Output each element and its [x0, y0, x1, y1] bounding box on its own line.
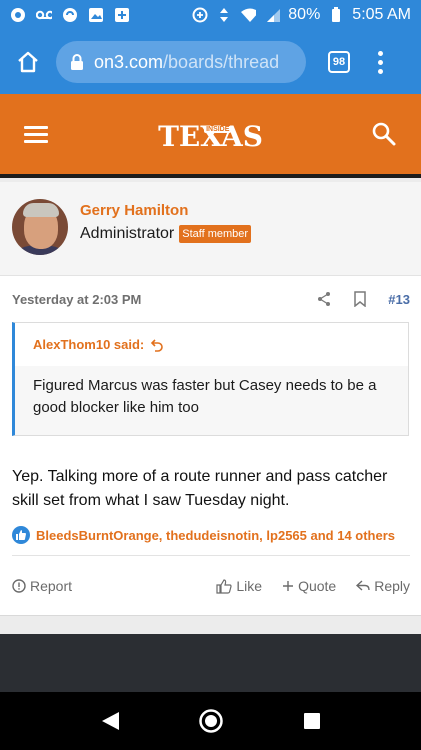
divider [12, 555, 410, 556]
next-section [0, 634, 421, 692]
post-body: Yep. Talking more of a route runner and … [12, 468, 388, 509]
image-icon [88, 7, 104, 23]
wifi-icon [240, 7, 257, 23]
data-saver-icon [192, 7, 208, 23]
staff-badge: Staff member [179, 225, 252, 243]
clock: 5:05 AM [352, 6, 411, 23]
home-icon [18, 51, 38, 73]
quote-button[interactable]: Quote [282, 578, 336, 594]
quote-block: AlexThom10 said: Figured Marcus was fast… [12, 322, 409, 436]
url-domain: on3.com [94, 51, 164, 72]
avatar[interactable] [12, 199, 68, 255]
add-icon [114, 7, 130, 23]
report-label: Report [30, 578, 73, 594]
quote-label: Quote [298, 578, 337, 594]
address-bar[interactable]: on3.com/boards/thread [56, 41, 306, 83]
bookmark-icon[interactable] [354, 291, 367, 307]
post-meta: Yesterday at 2:03 PM #13 [12, 291, 410, 307]
go-to-quote-icon[interactable] [150, 338, 164, 352]
site-header: TEXAS INSIDE [0, 94, 421, 178]
post-timestamp[interactable]: Yesterday at 2:03 PM [12, 292, 141, 307]
battery-icon [328, 7, 344, 23]
like-button[interactable]: Like [216, 578, 262, 594]
browser-toolbar: on3.com/boards/thread 98 [0, 30, 421, 94]
quote-author: AlexThom10 said: [33, 337, 145, 352]
back-icon[interactable] [99, 710, 121, 732]
report-icon [12, 579, 26, 593]
post-action-group: Like Quote Reply [216, 578, 410, 594]
logo-text: TEXAS [158, 120, 263, 153]
post-meta-actions: #13 [316, 291, 410, 307]
tab-switcher-button[interactable]: 98 [328, 51, 350, 73]
reaction-users[interactable]: BleedsBurntOrange, thedudeisnotin, lp256… [36, 528, 395, 543]
post-actions: Report Like Quote Reply [12, 578, 410, 594]
author-name[interactable]: Gerry Hamilton [80, 202, 188, 219]
reply-icon [356, 580, 370, 591]
system-indicators: 80% 5:05 AM [192, 6, 411, 24]
plus-icon [283, 581, 294, 591]
reply-button[interactable]: Reply [356, 578, 410, 594]
site-logo[interactable]: TEXAS INSIDE [0, 120, 421, 153]
browser-menu-button[interactable] [370, 47, 390, 77]
share-icon[interactable] [316, 291, 332, 307]
forum-post: Gerry Hamilton Administrator Staff membe… [0, 182, 421, 616]
signal-icon [264, 7, 281, 23]
author-role: Administrator [80, 225, 175, 242]
page-gap [0, 616, 421, 634]
post-number[interactable]: #13 [388, 292, 410, 307]
quote-header[interactable]: AlexThom10 said: [15, 323, 408, 366]
post-author-block: Gerry Hamilton Administrator Staff membe… [0, 182, 421, 276]
reaction-summary[interactable]: BleedsBurntOrange, thedudeisnotin, lp256… [12, 526, 395, 544]
battery-percent: 80% [288, 6, 321, 23]
reply-label: Reply [374, 578, 410, 594]
status-bar: 80% 5:05 AM [0, 0, 421, 30]
logo-badge: INSIDE [204, 126, 232, 133]
data-transfer-icon [216, 7, 232, 23]
author-role-line: Administrator Staff member [80, 225, 252, 243]
like-reaction-icon [12, 526, 30, 544]
home-nav-icon[interactable] [198, 708, 224, 734]
sync-icon [62, 7, 78, 23]
voicemail-icon [36, 7, 52, 23]
notification-icons [10, 7, 130, 23]
recents-icon[interactable] [302, 711, 322, 731]
report-button[interactable]: Report [12, 578, 72, 594]
quote-text: Figured Marcus was faster but Casey need… [33, 377, 377, 416]
more-vert-icon [377, 50, 383, 56]
like-label: Like [236, 578, 263, 594]
app-notification-icon [10, 7, 26, 23]
url-path: /boards/thread [163, 51, 280, 72]
thumbs-up-icon [216, 578, 232, 594]
system-nav-bar [0, 692, 421, 750]
lock-icon [71, 54, 83, 70]
home-button[interactable] [10, 44, 46, 80]
